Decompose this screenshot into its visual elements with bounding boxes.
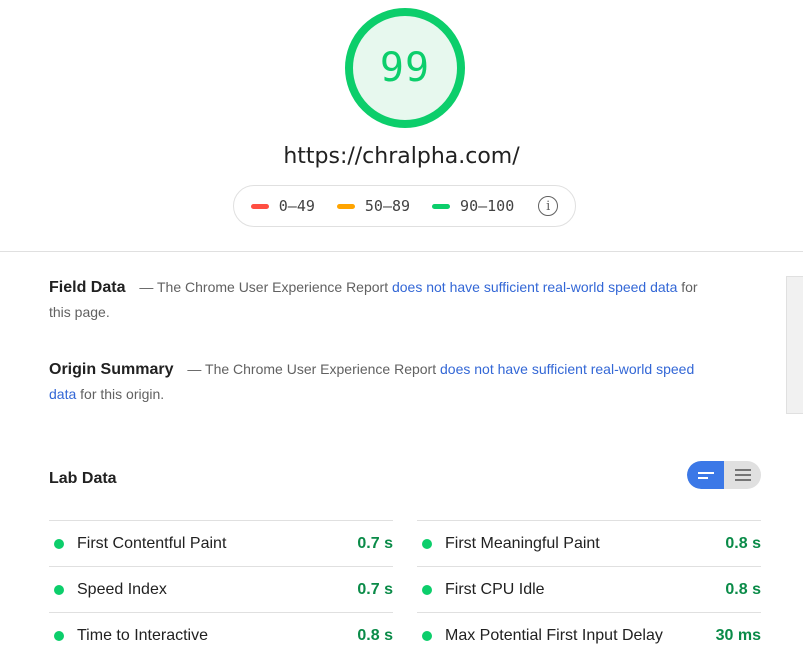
legend-label: 50–89	[364, 197, 411, 215]
bars-expanded-icon[interactable]	[724, 461, 761, 489]
pass-dot-icon	[54, 584, 64, 595]
score-gauge: 99	[345, 8, 465, 128]
legend-swatch-pass	[432, 203, 451, 209]
metric-value: 0.7 s	[357, 534, 393, 552]
metric-label: First CPU Idle	[445, 580, 545, 598]
metric-value: 0.8 s	[725, 580, 761, 598]
metric-first-contentful-paint: First Contentful Paint 0.7 s	[49, 520, 393, 566]
metric-value: 30 ms	[715, 626, 761, 644]
origin-summary-prefix: — The Chrome User Experience Report	[183, 361, 440, 377]
legend-item-average: 50–89	[336, 197, 411, 215]
metric-label: Speed Index	[77, 580, 167, 598]
origin-summary-suffix: for this origin.	[76, 386, 165, 402]
view-toggle[interactable]	[687, 461, 761, 489]
info-icon[interactable]: i	[538, 196, 559, 216]
metric-time-to-interactive: Time to Interactive 0.8 s	[49, 612, 393, 658]
field-data-prefix: — The Chrome User Experience Report	[135, 279, 392, 295]
header-divider	[0, 251, 803, 252]
score-legend: 0–49 50–89 90–100 i	[233, 185, 576, 227]
metric-speed-index: Speed Index 0.7 s	[49, 566, 393, 612]
score-value: 99	[379, 45, 431, 91]
metric-label: First Meaningful Paint	[445, 534, 600, 552]
legend-item-pass: 90–100	[432, 197, 514, 215]
metric-first-meaningful-paint: First Meaningful Paint 0.8 s	[417, 520, 761, 566]
metric-label: First Contentful Paint	[77, 534, 227, 552]
legend-item-fail: 0–49	[250, 197, 315, 215]
metric-label: Time to Interactive	[77, 626, 209, 644]
pass-dot-icon	[54, 538, 64, 549]
metric-value: 0.7 s	[357, 580, 393, 598]
legend-label: 0–49	[278, 197, 315, 215]
metric-first-cpu-idle: First CPU Idle 0.8 s	[417, 566, 761, 612]
pass-dot-icon	[54, 630, 64, 641]
metric-value: 0.8 s	[725, 534, 761, 552]
origin-summary-section: Origin Summary — The Chrome User Experie…	[49, 357, 709, 407]
legend-swatch-average	[336, 203, 355, 209]
metric-max-potential-fid: Max Potential First Input Delay 30 ms	[417, 612, 761, 658]
pass-dot-icon	[422, 584, 432, 595]
legend-swatch-fail	[250, 203, 269, 209]
pass-dot-icon	[422, 538, 432, 549]
page-url: https://chralpha.com/	[283, 144, 520, 169]
metric-value: 0.8 s	[357, 626, 393, 644]
legend-label: 90–100	[460, 197, 515, 215]
metric-label: Max Potential First Input Delay	[445, 626, 663, 644]
lab-data-title: Lab Data	[49, 470, 117, 487]
lab-metrics: First Contentful Paint 0.7 s First Meani…	[49, 520, 761, 658]
scrollbar-thumb[interactable]	[786, 276, 803, 414]
bars-condensed-icon[interactable]	[687, 461, 724, 489]
pass-dot-icon	[422, 630, 432, 641]
origin-summary-title: Origin Summary	[49, 361, 174, 378]
field-data-link[interactable]: does not have sufficient real-world spee…	[392, 279, 677, 295]
field-data-section: Field Data — The Chrome User Experience …	[49, 275, 709, 325]
field-data-title: Field Data	[49, 279, 126, 296]
